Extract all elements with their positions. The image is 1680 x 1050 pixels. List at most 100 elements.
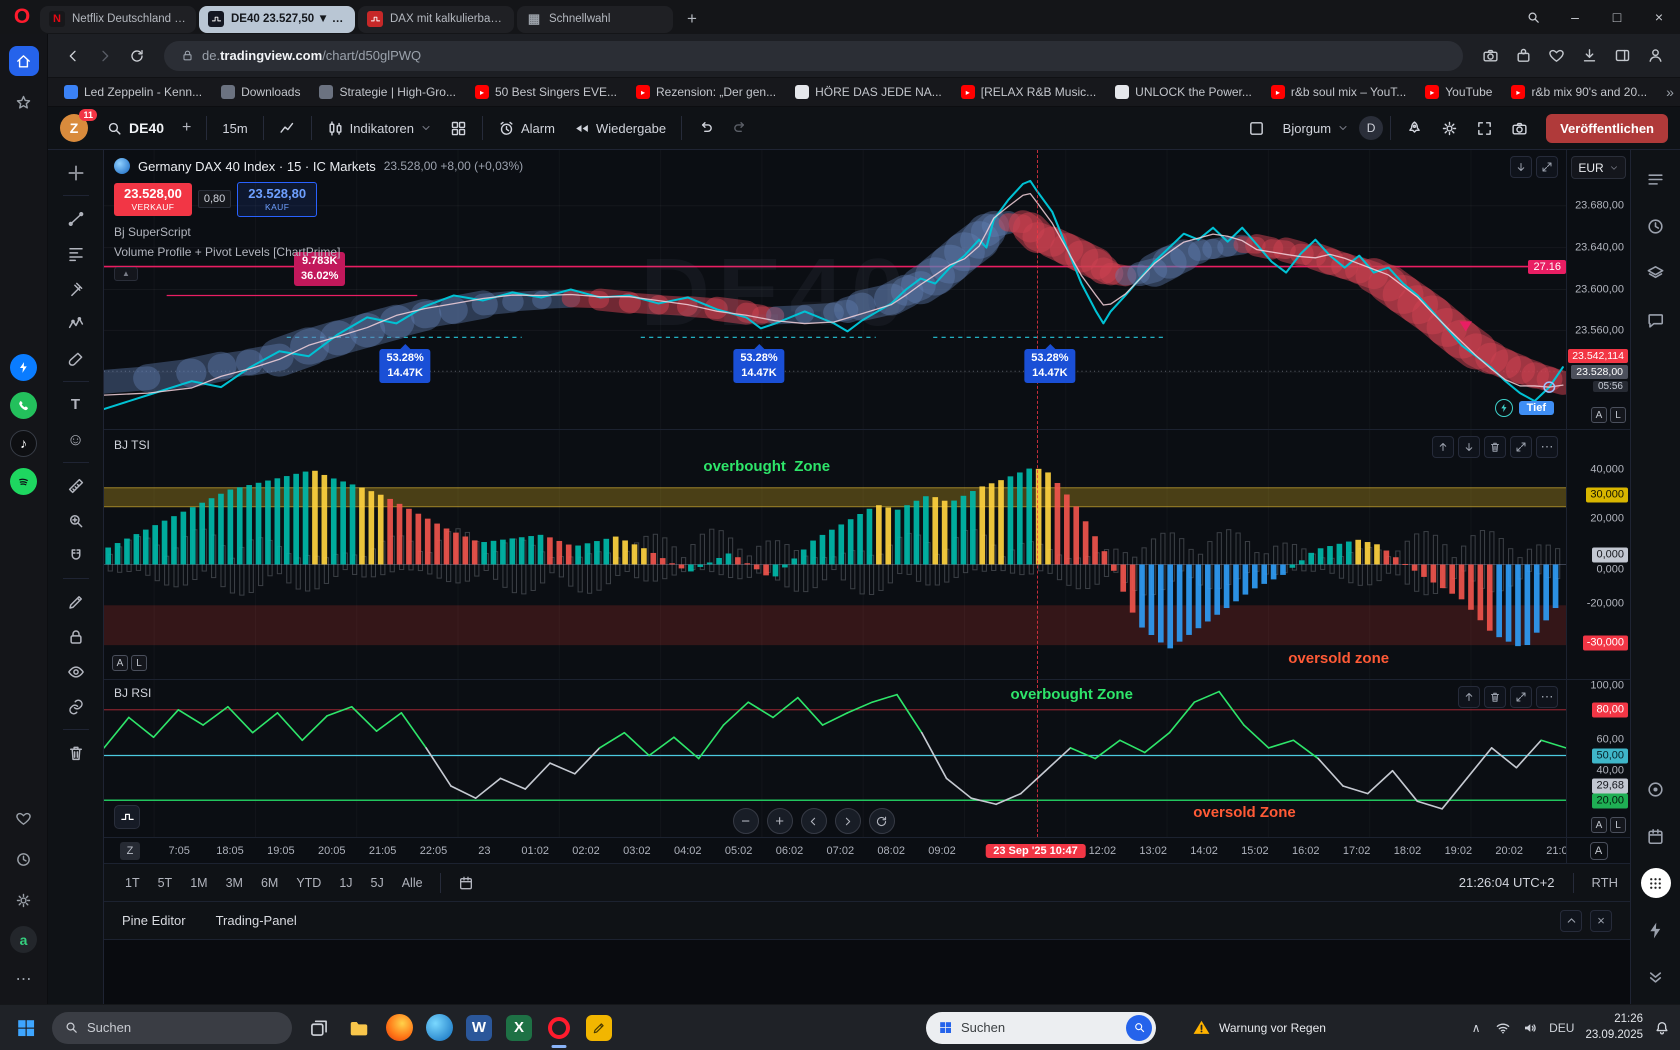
tsi-pane-arrow-u-button[interactable]	[1432, 436, 1454, 458]
tradingview-logo[interactable]	[114, 805, 140, 829]
trend-tool-icon[interactable]	[59, 204, 93, 233]
chart-settings-button[interactable]	[1433, 113, 1466, 143]
layout-name-button[interactable]: Bjorgum	[1275, 113, 1357, 143]
bottom-tab-pine-editor[interactable]: Pine Editor	[122, 913, 186, 928]
settings-icon[interactable]	[9, 885, 39, 915]
bookmark-item[interactable]: Strategie | High-Gro...	[319, 85, 456, 99]
magnet-tool-icon[interactable]	[59, 541, 93, 570]
link-tool-icon[interactable]	[59, 692, 93, 721]
download-icon[interactable]	[1574, 41, 1604, 71]
browser-tab[interactable]: ▦Schnellwahl	[517, 6, 673, 33]
tiktok-icon[interactable]: ♪	[10, 430, 37, 457]
tsi-title[interactable]: BJ TSI	[114, 438, 150, 452]
reload-button[interactable]	[122, 41, 152, 71]
excel-taskbar-icon[interactable]: X	[502, 1011, 536, 1045]
tsi-pane-arrow-d-button[interactable]	[1458, 436, 1480, 458]
tray-overflow-icon[interactable]: ∧	[1468, 1021, 1484, 1035]
word-taskbar-icon[interactable]: W	[462, 1011, 496, 1045]
range-1t-button[interactable]: 1T	[116, 872, 149, 894]
alerts-toggle-button[interactable]: A	[112, 655, 128, 671]
tsi-plot[interactable]: BJ TSI overbought Zone oversold zone ⋯ A…	[104, 430, 1566, 679]
bookmark-item[interactable]: HÖRE DAS JEDE NA...	[795, 85, 942, 99]
sell-button[interactable]: 23.528,00VERKAUF	[114, 183, 192, 216]
browser-tab[interactable]: DE40 23.527,50 ▼ −0.19%	[199, 6, 355, 33]
interval-button[interactable]: 15m	[214, 113, 255, 143]
bookmark-item[interactable]: UNLOCK the Power...	[1115, 85, 1252, 99]
aria-icon[interactable]: a	[10, 926, 37, 953]
quick-access-button[interactable]: D	[1359, 116, 1383, 140]
forward-button[interactable]	[90, 41, 120, 71]
panel-close-button[interactable]: ×	[1590, 910, 1612, 932]
watchlist-icon[interactable]	[1641, 164, 1671, 194]
notes-taskbar-icon[interactable]	[582, 1011, 616, 1045]
tsi-pane-dots-button[interactable]: ⋯	[1536, 436, 1558, 458]
taskbar-search[interactable]: Suchen	[52, 1012, 292, 1044]
tsi-pane-trash-button[interactable]	[1484, 436, 1506, 458]
chart-next-button[interactable]	[835, 808, 861, 834]
bing-search-icon[interactable]	[1126, 1015, 1152, 1041]
more-icon[interactable]: ⋯	[9, 964, 39, 994]
taskbar-clock[interactable]: 21:26 23.09.2025	[1585, 1012, 1643, 1043]
range-6m-button[interactable]: 6M	[252, 872, 287, 894]
indicators-button[interactable]: Indikatoren	[319, 113, 440, 143]
layout-grid-button[interactable]	[442, 113, 475, 143]
signal-icon[interactable]	[1495, 399, 1513, 417]
boost-button[interactable]	[1398, 113, 1431, 143]
chat-icon[interactable]	[1641, 305, 1671, 335]
brush-tool-icon[interactable]	[59, 344, 93, 373]
labels-toggle-button[interactable]: L	[131, 655, 147, 671]
browser-tab[interactable]: DAX mit kalkulierbarem Ri	[358, 6, 514, 33]
bookmark-item[interactable]: ▸r&b mix 90's and 20...	[1511, 85, 1647, 99]
bookmark-item[interactable]: ▸r&b soul mix – YouT...	[1271, 85, 1406, 99]
alert-button[interactable]: Alarm	[490, 113, 563, 143]
history-icon[interactable]	[9, 844, 39, 874]
calendar-icon[interactable]	[1641, 821, 1671, 851]
bolt-icon[interactable]	[1641, 915, 1671, 945]
indicator-label-superscript[interactable]: Bj SuperScript	[114, 225, 523, 239]
range-5j-button[interactable]: 5J	[362, 872, 393, 894]
minimize-button[interactable]: –	[1554, 0, 1596, 34]
labels-toggle-button[interactable]: L	[1610, 817, 1626, 833]
bookmarks-icon[interactable]	[9, 87, 39, 117]
range-1j-button[interactable]: 1J	[330, 872, 361, 894]
back-button[interactable]	[58, 41, 88, 71]
buy-button[interactable]: 23.528,80KAUF	[237, 182, 317, 217]
range-1m-button[interactable]: 1M	[181, 872, 216, 894]
fork-tool-icon[interactable]	[59, 274, 93, 303]
bookmarks-overflow-icon[interactable]: »	[1666, 84, 1674, 100]
symbol-search-button[interactable]: DE40	[98, 113, 172, 143]
chart-prev-button[interactable]	[801, 808, 827, 834]
trash-tool-icon[interactable]	[59, 738, 93, 767]
price-plot[interactable]: DE40 Germany DAX 40 Index · 15 · IC Mark…	[104, 150, 1566, 429]
chart-type-button[interactable]	[271, 113, 304, 143]
browser-tab[interactable]: NNetflix Deutschland – Seri	[40, 6, 196, 33]
bookmark-item[interactable]: ▸[RELAX R&B Music...	[961, 85, 1096, 99]
target-icon[interactable]	[1641, 774, 1671, 804]
main-pane-expand-button[interactable]	[1536, 156, 1558, 178]
messenger-icon[interactable]	[10, 354, 37, 381]
explorer-taskbar-icon[interactable]	[342, 1011, 376, 1045]
text-tool-icon[interactable]: T	[59, 390, 93, 419]
hotlists-icon[interactable]	[1641, 258, 1671, 288]
search-widget[interactable]: Suchen	[926, 1012, 1156, 1044]
axis-settings-button[interactable]: A	[1590, 842, 1608, 860]
save-layout-icon[interactable]	[1240, 113, 1273, 143]
language-indicator[interactable]: DEU	[1549, 1021, 1574, 1035]
range-5t-button[interactable]: 5T	[149, 872, 182, 894]
start-button[interactable]	[10, 1012, 42, 1044]
alerts-icon[interactable]	[1641, 211, 1671, 241]
redo-button[interactable]	[724, 113, 757, 143]
spotify-icon[interactable]	[10, 468, 37, 495]
lock-tool-icon[interactable]	[59, 622, 93, 651]
rsi-pane-dots-button[interactable]: ⋯	[1536, 686, 1558, 708]
heart-icon[interactable]	[1541, 41, 1571, 71]
rsi-plot[interactable]: BJ RSI overbought Zone oversold Zone ⋯ −…	[104, 680, 1566, 837]
currency-selector[interactable]: EUR	[1571, 156, 1626, 179]
replay-time-label[interactable]: 23 Sep '25 10:47	[985, 844, 1086, 858]
bottom-tab-trading-panel[interactable]: Trading-Panel	[216, 913, 297, 928]
bookmark-item[interactable]: Downloads	[221, 85, 300, 99]
fib-tool-icon[interactable]	[59, 239, 93, 268]
time-axis[interactable]: Z 7:0518:0519:0520:0521:0522:052301:0202…	[104, 838, 1630, 864]
close-button[interactable]: ×	[1638, 0, 1680, 34]
snapshot-button[interactable]	[1503, 113, 1536, 143]
